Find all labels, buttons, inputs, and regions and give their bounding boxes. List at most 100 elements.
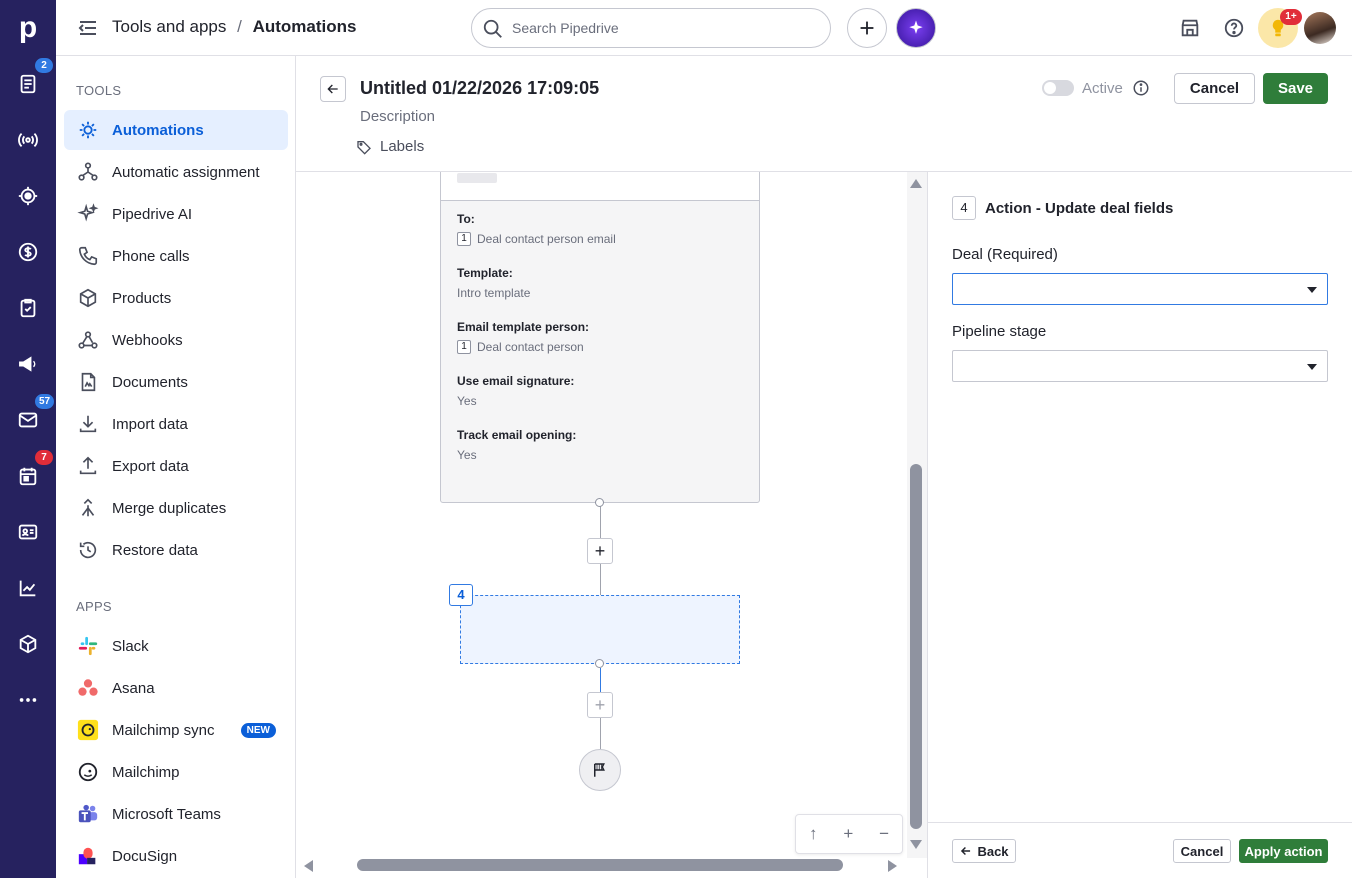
info-icon[interactable] xyxy=(1132,79,1150,102)
sidebar-item-restore-data[interactable]: Restore data xyxy=(64,530,288,570)
connector-line xyxy=(600,564,601,595)
sidebar-item-label: Restore data xyxy=(112,541,198,559)
sidebar-item-slack[interactable]: Slack xyxy=(64,626,288,666)
activities-icon[interactable] xyxy=(14,70,42,98)
sidebar-item-automatic-assignment[interactable]: Automatic assignment xyxy=(64,152,288,192)
back-button[interactable] xyxy=(320,76,346,102)
user-avatar[interactable] xyxy=(1304,12,1336,44)
collapse-menu-icon[interactable] xyxy=(76,16,100,40)
notification-badge: 1+ xyxy=(1280,9,1302,25)
card-header-chip xyxy=(457,173,497,183)
new-badge: NEW xyxy=(240,723,276,738)
active-toggle[interactable] xyxy=(1042,80,1074,96)
sidebar-item-merge-duplicates[interactable]: Merge duplicates xyxy=(64,488,288,528)
sidebar-item-label: Documents xyxy=(112,373,188,391)
pipedrive-logo[interactable]: p xyxy=(12,8,44,48)
marketplace-icon[interactable] xyxy=(1176,14,1204,42)
export-icon xyxy=(76,454,100,478)
deal-select[interactable] xyxy=(952,273,1328,305)
zoom-in-button[interactable]: + xyxy=(843,824,853,844)
scroll-left-arrow[interactable] xyxy=(304,860,313,872)
sidebar-item-products[interactable]: Products xyxy=(64,278,288,318)
sidebar-item-label: Mailchimp sync xyxy=(112,721,215,739)
sidebar-item-documents[interactable]: Documents xyxy=(64,362,288,402)
automation-title[interactable]: Untitled 01/22/2026 17:09:05 xyxy=(360,78,599,99)
sidebar-item-label: Automations xyxy=(112,121,204,139)
field-value-text: Yes xyxy=(457,394,477,408)
dollar-icon[interactable] xyxy=(14,238,42,266)
new-step-placeholder[interactable] xyxy=(460,595,740,664)
search-input[interactable] xyxy=(512,18,812,38)
connector-dot xyxy=(595,498,604,507)
ai-assistant-button[interactable] xyxy=(896,8,936,48)
phone-icon xyxy=(76,244,100,268)
sidebar-item-phone-calls[interactable]: Phone calls xyxy=(64,236,288,276)
sidebar-item-label: Mailchimp xyxy=(112,763,180,781)
sidebar-item-mailchimp-sync[interactable]: Mailchimp sync NEW xyxy=(64,710,288,750)
chevron-down-icon xyxy=(1307,364,1317,370)
cancel-action-button[interactable]: Cancel xyxy=(1173,839,1231,863)
email-action-card[interactable]: To: 1 Deal contact person email Template:… xyxy=(440,172,760,503)
sidebar-item-asana[interactable]: Asana xyxy=(64,668,288,708)
cancel-button[interactable]: Cancel xyxy=(1174,73,1255,104)
mail-icon[interactable] xyxy=(14,406,42,434)
sidebar-item-label: DocuSign xyxy=(112,847,178,865)
sidebar-item-microsoft-teams[interactable]: Microsoft Teams xyxy=(64,794,288,834)
zoom-out-button[interactable]: − xyxy=(879,824,889,844)
sidebar-item-docusign[interactable]: DocuSign xyxy=(64,836,288,876)
automation-description[interactable]: Description xyxy=(360,108,435,125)
labels-button[interactable]: Labels xyxy=(356,138,424,155)
zoom-controls: ↑ + − xyxy=(795,814,903,854)
sidebar-item-webhooks[interactable]: Webhooks xyxy=(64,320,288,360)
arrow-left-icon xyxy=(961,846,971,856)
plus-icon xyxy=(860,21,874,35)
sidebar-item-import-data[interactable]: Import data xyxy=(64,404,288,444)
field-value-text: Deal contact person email xyxy=(477,232,616,246)
megaphone-icon[interactable] xyxy=(14,350,42,378)
sidebar-item-label: Products xyxy=(112,289,172,307)
sidebar-item-label: Import data xyxy=(112,415,188,433)
scroll-down-arrow[interactable] xyxy=(910,840,922,849)
document-icon xyxy=(76,370,100,394)
target-icon[interactable] xyxy=(14,182,42,210)
field-label: Track email opening: xyxy=(457,428,577,442)
help-icon[interactable] xyxy=(1220,14,1248,42)
sidebar-item-mailchimp[interactable]: Mailchimp xyxy=(64,752,288,792)
calendar-icon[interactable] xyxy=(14,462,42,490)
finish-node xyxy=(579,749,621,791)
pipeline-stage-select[interactable] xyxy=(952,350,1328,382)
more-icon[interactable] xyxy=(14,686,42,714)
add-step-button[interactable]: + xyxy=(587,538,613,564)
apply-action-button[interactable]: Apply action xyxy=(1239,839,1328,863)
breadcrumb-separator: / xyxy=(237,17,242,36)
horizontal-scroll-thumb[interactable] xyxy=(357,859,843,871)
step-ref-chip: 1 xyxy=(457,340,471,354)
sidebar-item-label: Export data xyxy=(112,457,189,475)
save-button[interactable]: Save xyxy=(1263,73,1328,104)
insights-icon[interactable] xyxy=(14,574,42,602)
vertical-scroll-thumb[interactable] xyxy=(910,464,922,829)
broadcast-icon[interactable] xyxy=(14,126,42,154)
breadcrumb-parent[interactable]: Tools and apps xyxy=(112,17,226,36)
step-ref-chip: 1 xyxy=(457,232,471,246)
merge-icon xyxy=(76,496,100,520)
scroll-up-arrow[interactable] xyxy=(910,179,922,188)
search-box[interactable] xyxy=(471,8,831,48)
new-step-number: 4 xyxy=(449,584,473,606)
products-icon[interactable] xyxy=(14,630,42,658)
quick-add-button[interactable] xyxy=(847,8,887,48)
scroll-right-arrow[interactable] xyxy=(888,860,897,872)
add-step-button-disabled[interactable]: + xyxy=(587,692,613,718)
scroll-to-top-button[interactable]: ↑ xyxy=(809,824,818,844)
tasks-icon[interactable] xyxy=(14,294,42,322)
slack-icon xyxy=(76,634,100,658)
back-action-button[interactable]: Back xyxy=(952,839,1016,863)
sidebar-item-pipedrive-ai[interactable]: Pipedrive AI xyxy=(64,194,288,234)
contacts-icon[interactable] xyxy=(14,518,42,546)
field-label: Email template person: xyxy=(457,320,590,334)
workflow-canvas[interactable]: To: 1 Deal contact person email Template:… xyxy=(297,172,927,878)
apps-section-title: APPS xyxy=(76,599,112,614)
mail-badge: 57 xyxy=(35,394,55,409)
sidebar-item-automations[interactable]: Automations xyxy=(64,110,288,150)
sidebar-item-export-data[interactable]: Export data xyxy=(64,446,288,486)
